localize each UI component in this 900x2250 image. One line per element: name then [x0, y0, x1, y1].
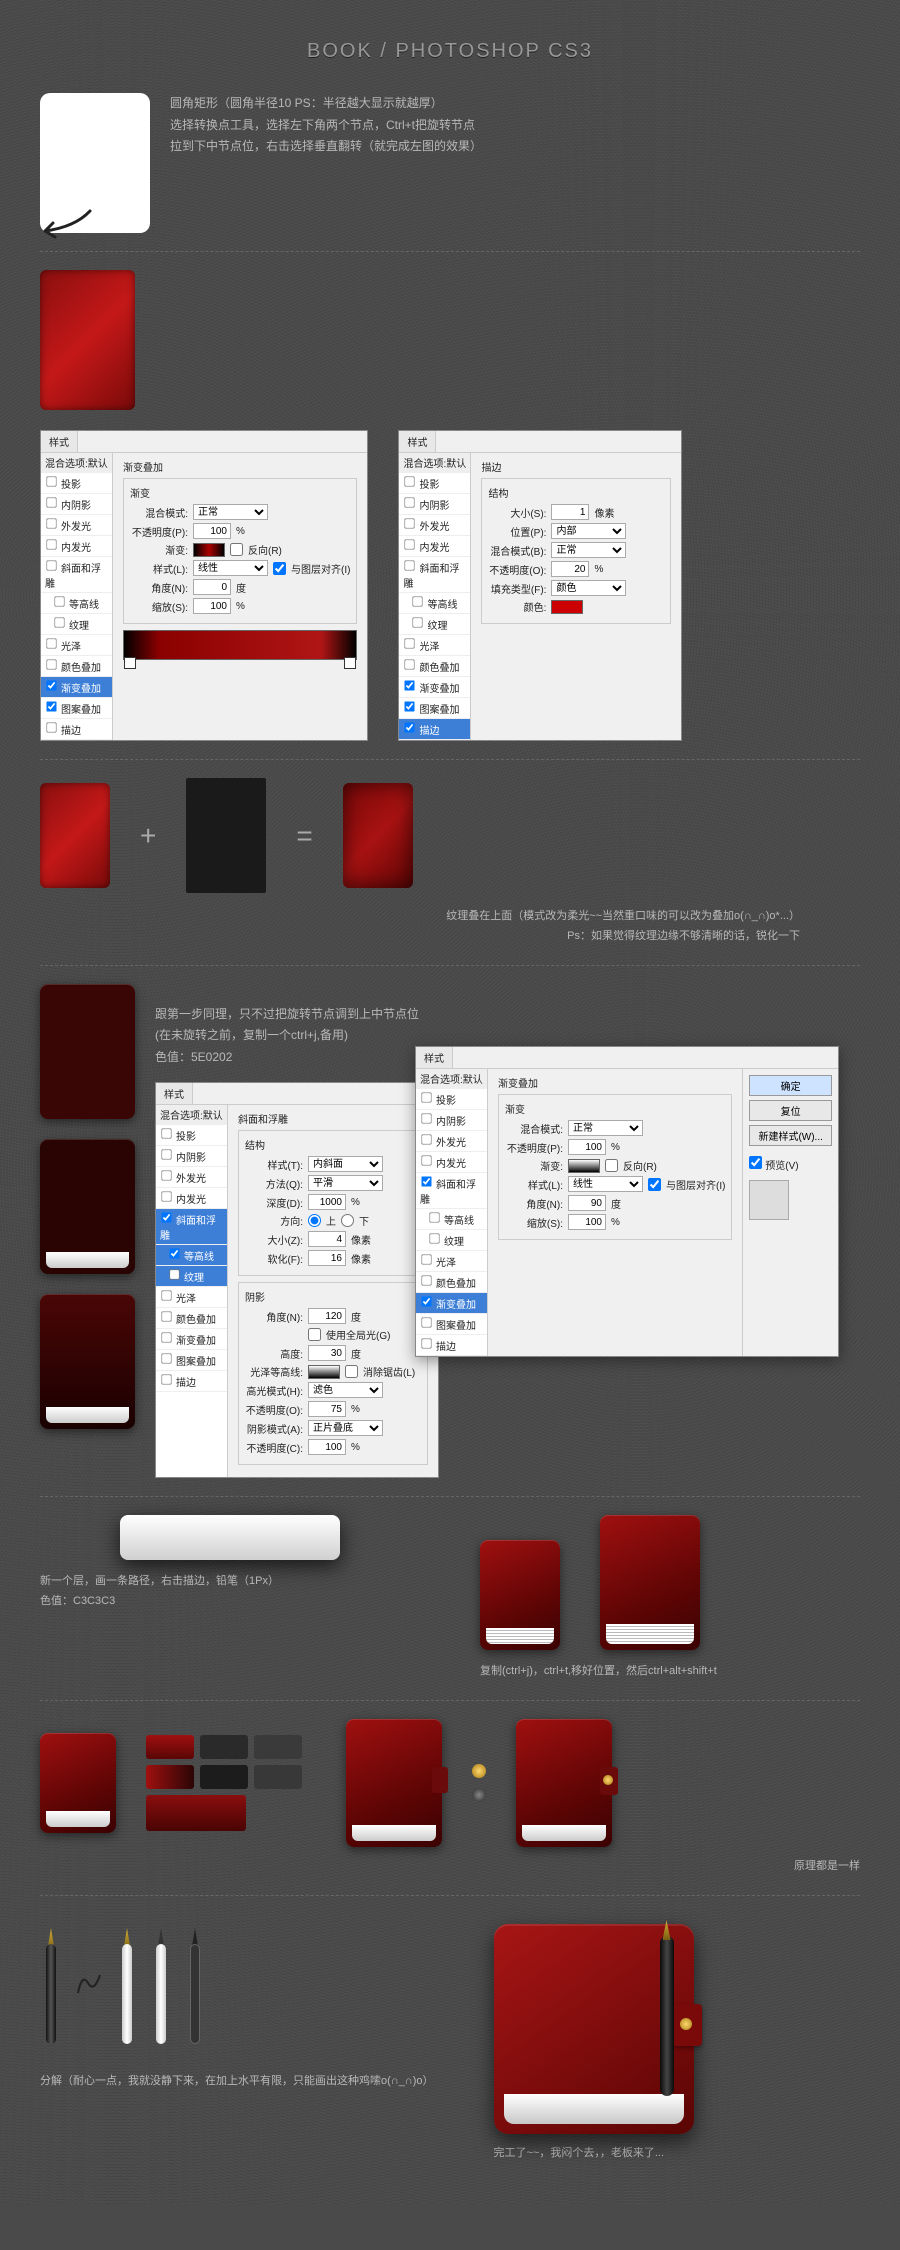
- step6-caption: 原理都是一样: [40, 1857, 860, 1877]
- arrow-icon: [35, 209, 95, 239]
- style-gradient-overlay-active-2[interactable]: 渐变叠加: [416, 1293, 487, 1314]
- bevel-altitude-input[interactable]: [308, 1345, 346, 1361]
- color-swatches: [146, 1735, 316, 1831]
- layer-style-panel-stroke: 样式 混合选项:默认 投影 内阴影 外发光 内发光 斜面和浮雕 等高线 纹理 光…: [398, 430, 682, 741]
- equals-icon: =: [286, 820, 322, 852]
- anti-alias-cb[interactable]: [345, 1365, 358, 1378]
- style-gradient-overlay-active[interactable]: 渐变叠加: [41, 677, 112, 698]
- global-light-cb[interactable]: [308, 1328, 321, 1341]
- red-cover-small: [40, 783, 110, 888]
- cb-inner-shadow: [46, 497, 56, 507]
- angle-input[interactable]: [193, 579, 231, 595]
- cb-stroke: [46, 722, 56, 732]
- bevel-depth-input[interactable]: [308, 1194, 346, 1210]
- pen-dark: [40, 1914, 62, 2054]
- dir-up-radio[interactable]: [308, 1214, 321, 1227]
- dir-down-radio[interactable]: [341, 1214, 354, 1227]
- page-strip: [120, 1515, 340, 1560]
- cb-drop-shadow: [46, 476, 56, 486]
- align-cb[interactable]: [273, 562, 286, 575]
- pen-outline: [184, 1914, 206, 2054]
- stroke-fill-select[interactable]: 颜色: [551, 580, 626, 596]
- cb-gradient-overlay: [46, 680, 56, 690]
- book-with-pages: [40, 1139, 135, 1274]
- textured-cover: [343, 783, 413, 888]
- book-back-dark: [40, 984, 135, 1119]
- step1-caption: 圆角矩形（圆角半径10 PS：半径越大显示就越厚） 选择转换点工具，选择左下角两…: [170, 93, 482, 158]
- blend-mode-select[interactable]: 正常: [193, 504, 268, 520]
- bevel-angle-input[interactable]: [308, 1308, 346, 1324]
- bevel-soften-input[interactable]: [308, 1250, 346, 1266]
- gradient-style-select[interactable]: 线性: [193, 560, 268, 576]
- cb-satin: [46, 638, 56, 648]
- preview-cb[interactable]: [749, 1156, 762, 1169]
- plus-icon: +: [130, 820, 166, 852]
- gloss-contour-swatch[interactable]: [308, 1365, 340, 1379]
- style-stroke-active[interactable]: 描边: [399, 719, 470, 740]
- book-with-pages-shade: [40, 1294, 135, 1429]
- bevel-style-select[interactable]: 内斜面: [308, 1156, 383, 1172]
- cb-outer-glow: [46, 518, 56, 528]
- pen-light-2: [150, 1914, 172, 2054]
- red-cover-sample: [40, 270, 135, 410]
- page-title: BOOK / PHOTOSHOP CS3: [0, 0, 900, 93]
- book-lined-2: [600, 1515, 700, 1650]
- stroke-size-input[interactable]: [551, 504, 589, 520]
- gradient-swatch[interactable]: [193, 543, 225, 557]
- button-samples: [472, 1764, 486, 1802]
- panel-tab-styles[interactable]: 样式: [41, 431, 78, 452]
- bevel-method-select[interactable]: 平滑: [308, 1175, 383, 1191]
- highlight-opacity-input[interactable]: [308, 1401, 346, 1417]
- step5-caption: 新一个层，画一条路径，右击描边，铅笔（1Px） 色值：C3C3C3: [40, 1572, 420, 1612]
- style-bevel-active[interactable]: 斜面和浮雕: [156, 1209, 227, 1245]
- pen-light: [116, 1914, 138, 2054]
- layer-style-panel-gradient: 样式 混合选项:默认 投影 内阴影 外发光 内发光 斜面和浮雕 等高线 纹理 光…: [40, 430, 368, 741]
- stroke-color-swatch[interactable]: [551, 600, 583, 614]
- texture-sample: [186, 778, 266, 893]
- book-with-strap: [346, 1719, 442, 1847]
- shadow-opacity-input[interactable]: [308, 1439, 346, 1455]
- panel-button-column: 确定 复位 新建样式(W)... 预览(V): [742, 1069, 837, 1356]
- scale-input[interactable]: [193, 598, 231, 614]
- cb-pattern-overlay: [46, 701, 56, 711]
- stroke-blend-select[interactable]: 正常: [551, 542, 626, 558]
- final-book: [494, 1924, 694, 2134]
- preview-swatch: [749, 1180, 789, 1220]
- step5b-caption: 复制(ctrl+j)，ctrl+t,移好位置，然后ctrl+alt+shift+…: [480, 1662, 860, 1682]
- stroke-opacity-input[interactable]: [551, 561, 589, 577]
- shadow-mode-select[interactable]: 正片叠底: [308, 1420, 383, 1436]
- layer-style-panel-gradient-2: 样式 混合选项:默认 投影 内阴影 外发光 内发光 斜面和浮雕 等高线 纹理 光…: [415, 1046, 839, 1357]
- book-small: [40, 1733, 116, 1833]
- ok-button[interactable]: 确定: [749, 1075, 831, 1096]
- cb-color-overlay: [46, 659, 56, 669]
- cb-inner-glow: [46, 539, 56, 549]
- cb-bevel: [46, 560, 56, 570]
- step7-caption: 分解（耐心一点，我就没静下来，在加上水平有限，只能画出这种鸡嗦o(∩_∩)o）: [40, 2072, 434, 2092]
- step3-caption: 纹理叠在上面（模式改为柔光~~当然重口味的可以改为叠加o(∩_∩)o*...） …: [40, 907, 860, 947]
- bevel-size-input[interactable]: [308, 1231, 346, 1247]
- cancel-button[interactable]: 复位: [749, 1100, 831, 1121]
- cb-texture: [54, 617, 64, 627]
- book-lined: [480, 1540, 560, 1650]
- new-style-button[interactable]: 新建样式(W)...: [749, 1125, 831, 1146]
- step8-caption: 完工了~~，我闷个去，，老板来了...: [494, 2144, 694, 2164]
- gradient-title: 渐变叠加: [123, 459, 357, 474]
- highlight-mode-select[interactable]: 滤色: [308, 1382, 383, 1398]
- style-list-stroke: 混合选项:默认 投影 内阴影 外发光 内发光 斜面和浮雕 等高线 纹理 光泽 颜…: [399, 453, 471, 740]
- panel-tab-styles[interactable]: 样式: [399, 431, 436, 452]
- scribble-icon: [74, 1969, 104, 1999]
- gradient-editor-bar[interactable]: [123, 630, 357, 660]
- cb-contour: [54, 596, 64, 606]
- opacity-input[interactable]: [193, 523, 231, 539]
- stroke-pos-select[interactable]: 内部: [551, 523, 626, 539]
- final-pen: [660, 1916, 674, 2096]
- reverse-cb[interactable]: [230, 543, 243, 556]
- stroke-title: 描边: [481, 459, 671, 474]
- style-list: 混合选项:默认 投影 内阴影 外发光 内发光 斜面和浮雕 等高线 纹理 光泽 颜…: [41, 453, 113, 740]
- book-with-button: [516, 1719, 612, 1847]
- layer-style-panel-bevel: 样式 混合选项:默认 投影 内阴影 外发光 内发光 斜面和浮雕 等高线 纹理 光…: [155, 1082, 439, 1478]
